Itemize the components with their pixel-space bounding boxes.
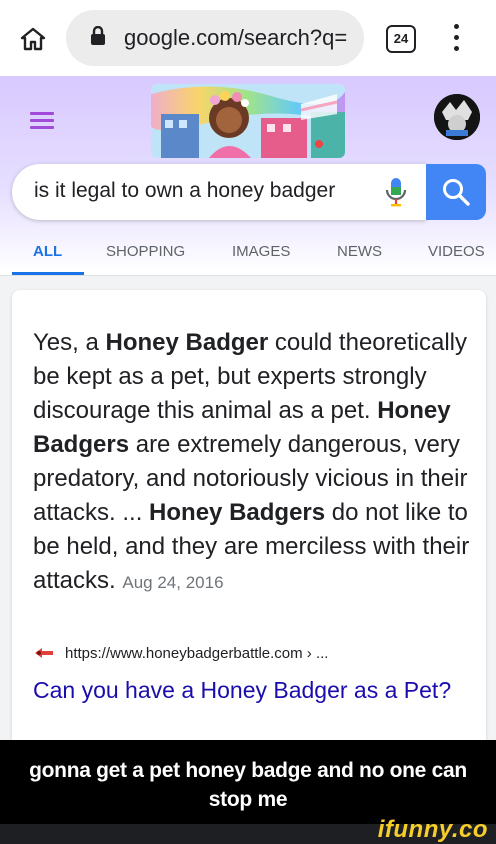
tab-shopping[interactable]: SHOPPING bbox=[106, 243, 185, 260]
lock-icon bbox=[90, 25, 106, 51]
snippet-date: Aug 24, 2016 bbox=[122, 573, 224, 592]
snippet-bold: Honey Badger bbox=[105, 329, 269, 356]
ifunny-watermark: ifunny.co bbox=[377, 816, 488, 843]
microphone-icon[interactable] bbox=[384, 176, 408, 213]
results-area: Yes, a Honey Badger could theoretically … bbox=[0, 276, 496, 750]
home-icon[interactable] bbox=[14, 20, 52, 58]
caption-bar: gonna get a pet honey badge and no one c… bbox=[0, 740, 496, 824]
menu-icon[interactable] bbox=[30, 112, 54, 130]
tab-images[interactable]: IMAGES bbox=[232, 243, 290, 260]
meme-caption: gonna get a pet honey badge and no one c… bbox=[29, 759, 467, 811]
search-button[interactable] bbox=[426, 164, 486, 220]
search-input[interactable]: is it legal to own a honey badger bbox=[12, 164, 426, 220]
source-url[interactable]: https://www.honeybadgerbattle.com › ... bbox=[65, 645, 328, 662]
site-favicon-icon bbox=[35, 648, 53, 658]
result-title-link[interactable]: Can you have a Honey Badger as a Pet? bbox=[33, 674, 463, 706]
google-doodle[interactable] bbox=[151, 84, 345, 158]
tab-all[interactable]: ALL bbox=[33, 243, 62, 260]
snippet-part: Yes, a bbox=[33, 329, 106, 356]
tab-videos[interactable]: VIDEOS bbox=[428, 243, 485, 260]
browser-toolbar: google.com/search?q= 24 bbox=[0, 0, 496, 76]
tab-news[interactable]: NEWS bbox=[337, 243, 382, 260]
source-row[interactable]: https://www.honeybadgerbattle.com › ... bbox=[33, 644, 328, 662]
featured-snippet-card: Yes, a Honey Badger could theoretically … bbox=[12, 290, 486, 750]
tab-switcher-button[interactable]: 24 bbox=[386, 25, 416, 53]
google-header: is it legal to own a honey badger ALL SH… bbox=[0, 76, 496, 276]
snippet-bold: Honey Badgers bbox=[149, 499, 326, 526]
search-query-text[interactable]: is it legal to own a honey badger bbox=[34, 179, 335, 203]
footer-bar: ifunny.co bbox=[0, 816, 496, 844]
more-options-icon[interactable] bbox=[449, 22, 463, 54]
account-avatar[interactable] bbox=[434, 94, 480, 140]
url-text[interactable]: google.com/search?q= bbox=[124, 25, 347, 51]
snippet-text: Yes, a Honey Badger could theoretically … bbox=[33, 326, 478, 600]
search-icon bbox=[443, 179, 470, 206]
